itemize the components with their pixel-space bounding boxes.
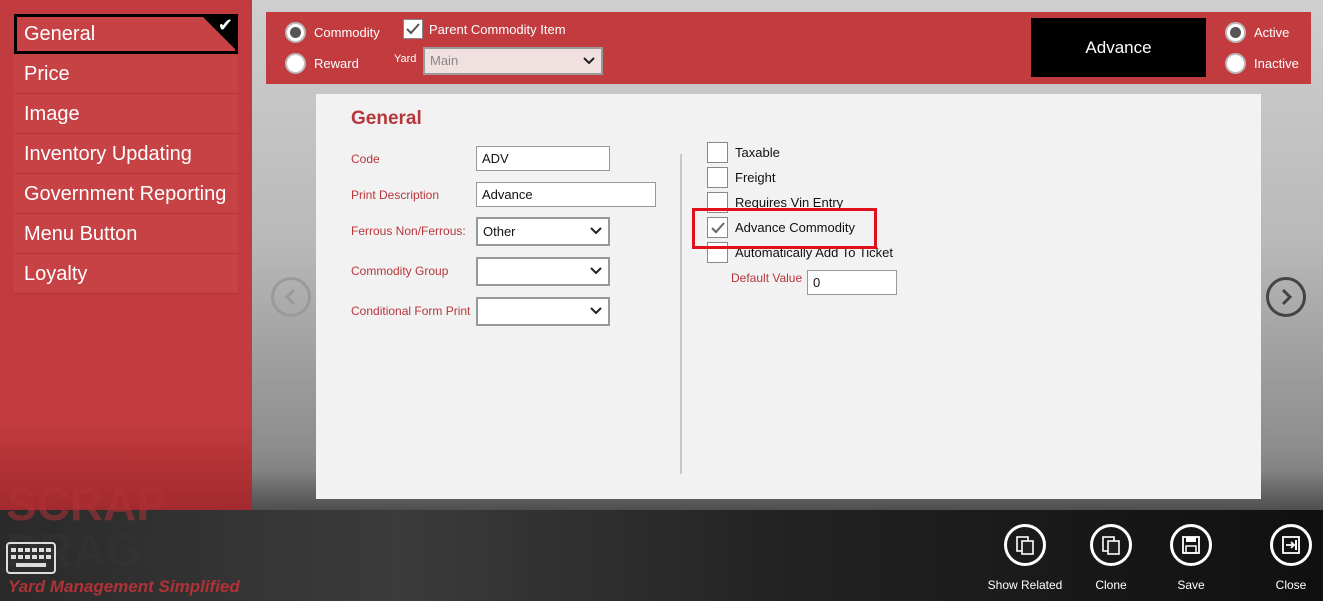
print-description-label: Print Description: [351, 188, 440, 202]
logo-tagline: Yard Management Simplified: [8, 577, 240, 596]
next-button[interactable]: [1266, 277, 1306, 317]
commodity-group-label: Commodity Group: [351, 264, 449, 278]
yard-select[interactable]: Main: [423, 47, 603, 75]
sidebar-item-label: General: [24, 23, 96, 45]
sidebar-item-label: Government Reporting: [24, 183, 227, 205]
sidebar-item-label: Inventory Updating: [24, 143, 192, 165]
sidebar: General ✔ Price Image Inventory Updating…: [14, 14, 238, 294]
default-value-input[interactable]: 0: [807, 270, 897, 295]
chevron-down-icon: [590, 307, 602, 315]
checkbox-checked-icon[interactable]: [403, 19, 423, 39]
sidebar-item-loyalty[interactable]: Loyalty: [14, 254, 238, 294]
chevron-right-icon: [1281, 288, 1293, 306]
column-divider: [680, 154, 682, 474]
scrap-dragon-logo: SCRAP DRAGON Yard Management Simplified: [6, 480, 240, 596]
sidebar-item-image[interactable]: Image: [14, 94, 238, 134]
checkbox-icon[interactable]: [707, 142, 728, 163]
parent-commodity-label: Parent Commodity Item: [429, 21, 566, 37]
check-icon: ✔: [217, 15, 233, 35]
ferrous-select[interactable]: Other: [476, 217, 610, 246]
sidebar-item-inventory-updating[interactable]: Inventory Updating: [14, 134, 238, 174]
commodity-radio[interactable]: Commodity: [285, 22, 380, 43]
conditional-form-label: Conditional Form Print: [351, 304, 471, 318]
inactive-radio[interactable]: Inactive: [1225, 53, 1299, 74]
sidebar-item-menu-button[interactable]: Menu Button: [14, 214, 238, 254]
commodity-group-select[interactable]: [476, 257, 610, 286]
inactive-radio-label: Inactive: [1254, 56, 1299, 71]
yard-select-value: Main: [430, 53, 459, 68]
active-radio[interactable]: Active: [1225, 22, 1289, 43]
show-related-label: Show Related: [987, 578, 1063, 592]
freight-checkbox[interactable]: Freight: [707, 167, 775, 188]
sidebar-item-general[interactable]: General ✔: [14, 14, 238, 54]
exit-icon: [1270, 524, 1312, 566]
chevron-down-icon: [583, 57, 595, 65]
chevron-left-icon: [284, 288, 296, 306]
freight-label: Freight: [735, 170, 776, 185]
show-related-icon: [1004, 524, 1046, 566]
highlight-box: [692, 208, 877, 249]
parent-commodity-checkbox[interactable]: Parent Commodity Item: [403, 19, 566, 39]
commodity-title-box: Advance: [1031, 18, 1206, 77]
code-input[interactable]: ADV: [476, 146, 610, 171]
code-label: Code: [351, 152, 380, 166]
top-bar: Commodity Reward Parent Commodity Item Y…: [266, 12, 1311, 84]
chevron-down-icon: [590, 267, 602, 275]
commodity-radio-label: Commodity: [314, 25, 380, 40]
save-icon: [1170, 524, 1212, 566]
save-button[interactable]: Save: [1151, 524, 1231, 592]
close-label: Close: [1275, 578, 1307, 592]
close-button[interactable]: Close: [1251, 524, 1323, 592]
clone-button[interactable]: Clone: [1071, 524, 1151, 592]
sidebar-item-label: Menu Button: [24, 223, 138, 245]
radio-unselected-icon[interactable]: [1225, 53, 1246, 74]
clone-icon: [1090, 524, 1132, 566]
sidebar-item-price[interactable]: Price: [14, 54, 238, 94]
reward-radio[interactable]: Reward: [285, 53, 359, 74]
ferrous-select-value: Other: [483, 224, 516, 239]
print-description-input[interactable]: Advance: [476, 182, 656, 207]
ferrous-label: Ferrous Non/Ferrous:: [351, 224, 466, 238]
keyboard-icon[interactable]: [6, 542, 56, 574]
sidebar-item-label: Loyalty: [24, 263, 88, 285]
sidebar-item-government-reporting[interactable]: Government Reporting: [14, 174, 238, 214]
radio-selected-icon[interactable]: [285, 22, 306, 43]
previous-button[interactable]: [271, 277, 311, 317]
taxable-label: Taxable: [735, 145, 780, 160]
show-related-button[interactable]: Show Related: [985, 524, 1065, 592]
taxable-checkbox[interactable]: Taxable: [707, 142, 780, 163]
radio-selected-icon[interactable]: [1225, 22, 1246, 43]
sidebar-item-label: Price: [24, 63, 70, 85]
logo-line1: SCRAP: [6, 480, 167, 530]
conditional-form-select[interactable]: [476, 297, 610, 326]
yard-label: Yard: [394, 53, 417, 65]
radio-unselected-icon[interactable]: [285, 53, 306, 74]
active-radio-label: Active: [1254, 25, 1290, 40]
chevron-down-icon: [590, 227, 602, 235]
save-label: Save: [1177, 578, 1205, 592]
sidebar-item-label: Image: [24, 103, 80, 125]
panel-title: General: [351, 108, 422, 129]
general-panel: General Code ADV Print Description Advan…: [316, 94, 1261, 499]
checkbox-icon[interactable]: [707, 167, 728, 188]
reward-radio-label: Reward: [314, 56, 359, 71]
clone-label: Clone: [1095, 578, 1127, 592]
default-value-label: Default Value: [731, 271, 803, 285]
